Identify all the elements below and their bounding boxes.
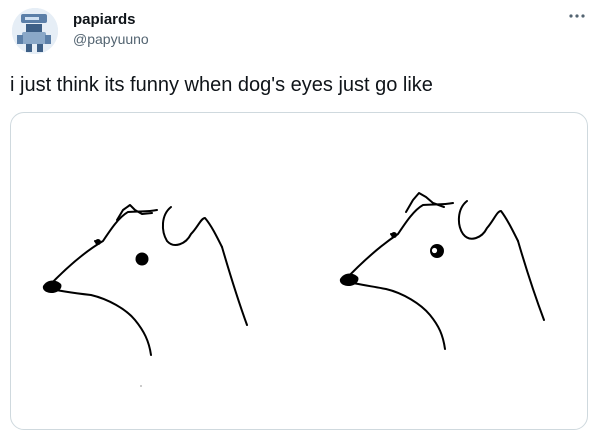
avatar[interactable]: [12, 8, 58, 54]
more-horizontal-icon: [569, 14, 585, 18]
dog-left: [46, 204, 248, 356]
dog-right: [343, 192, 545, 350]
dog-drawing-image: [42, 192, 545, 387]
author-handle[interactable]: @papyuuno: [73, 31, 149, 47]
robot-avatar-image: [12, 8, 58, 54]
more-button[interactable]: [566, 8, 588, 24]
tweet-media-image[interactable]: [10, 112, 588, 430]
author-name[interactable]: papiards: [73, 11, 136, 28]
tweet-text: i just think its funny when dog's eyes j…: [10, 74, 433, 96]
